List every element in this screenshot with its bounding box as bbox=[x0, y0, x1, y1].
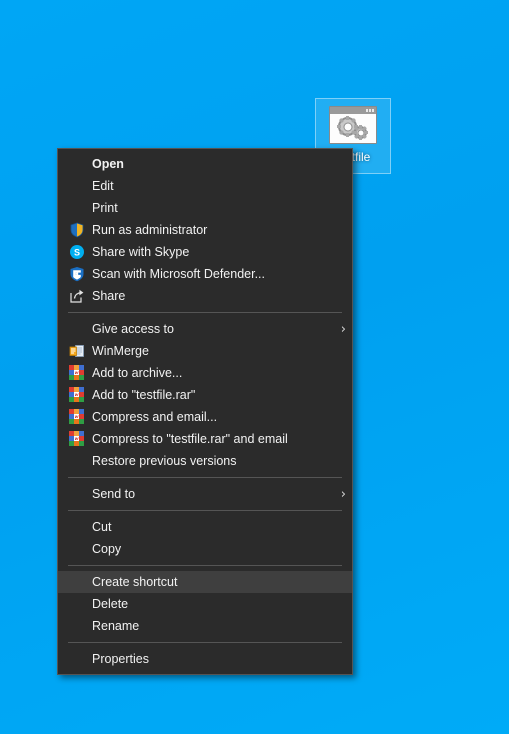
menu-item-delete[interactable]: Delete bbox=[58, 593, 352, 615]
menu-item-icon-slot bbox=[64, 540, 90, 558]
menu-item-label: Run as administrator bbox=[92, 223, 208, 237]
winrar-icon: W bbox=[69, 409, 85, 425]
menu-item-icon-slot bbox=[64, 518, 90, 536]
menu-item-icon-slot bbox=[64, 221, 90, 239]
menu-item-icon-slot bbox=[64, 485, 90, 503]
application-exe-icon bbox=[329, 106, 377, 146]
menu-separator bbox=[68, 565, 342, 566]
winmerge-icon bbox=[69, 343, 85, 359]
desktop-background[interactable]: testfile Open Edit Print Run as administrat… bbox=[0, 0, 509, 734]
menu-item-label: Add to "testfile.rar" bbox=[92, 388, 196, 402]
menu-item-icon-slot bbox=[64, 342, 90, 360]
menu-item-label: Properties bbox=[92, 652, 149, 666]
svg-text:S: S bbox=[74, 248, 80, 258]
menu-item-icon-slot: W bbox=[64, 408, 90, 426]
menu-item-icon-slot bbox=[64, 155, 90, 173]
menu-item-edit[interactable]: Edit bbox=[58, 175, 352, 197]
menu-item-print[interactable]: Print bbox=[58, 197, 352, 219]
menu-item-create-shortcut[interactable]: Create shortcut bbox=[58, 571, 352, 593]
chevron-right-icon: › bbox=[340, 321, 346, 337]
menu-separator bbox=[68, 312, 342, 313]
menu-separator bbox=[68, 510, 342, 511]
menu-item-label: Edit bbox=[92, 179, 114, 193]
menu-item-label: Scan with Microsoft Defender... bbox=[92, 267, 265, 281]
menu-item-icon-slot bbox=[64, 452, 90, 470]
menu-item-icon-slot: W bbox=[64, 364, 90, 382]
menu-item-properties[interactable]: Properties bbox=[58, 648, 352, 670]
menu-item-add-to-testfilerar[interactable]: W Add to "testfile.rar" bbox=[58, 384, 352, 406]
menu-item-label: Create shortcut bbox=[92, 575, 178, 589]
menu-item-label: Compress and email... bbox=[92, 410, 218, 424]
winrar-icon: W bbox=[69, 387, 85, 403]
menu-item-label: Restore previous versions bbox=[92, 454, 237, 468]
menu-item-open[interactable]: Open bbox=[58, 153, 352, 175]
menu-item-share-with-skype[interactable]: S Share with Skype bbox=[58, 241, 352, 263]
menu-item-icon-slot bbox=[64, 177, 90, 195]
menu-item-label: WinMerge bbox=[92, 344, 149, 358]
winrar-icon: W bbox=[69, 365, 85, 381]
menu-item-icon-slot bbox=[64, 617, 90, 635]
menu-item-icon-slot bbox=[64, 287, 90, 305]
menu-item-icon-slot bbox=[64, 265, 90, 283]
menu-item-restore-previous-versions[interactable]: Restore previous versions bbox=[58, 450, 352, 472]
menu-separator bbox=[68, 477, 342, 478]
menu-item-icon-slot: S bbox=[64, 243, 90, 261]
share-icon bbox=[69, 288, 85, 304]
menu-item-label: Compress to "testfile.rar" and email bbox=[92, 432, 288, 446]
menu-item-label: Open bbox=[92, 157, 124, 171]
menu-item-label: Share bbox=[92, 289, 126, 303]
menu-item-icon-slot bbox=[64, 650, 90, 668]
menu-item-icon-slot: W bbox=[64, 386, 90, 404]
menu-item-winmerge[interactable]: WinMerge bbox=[58, 340, 352, 362]
menu-item-label: Copy bbox=[92, 542, 122, 556]
menu-item-icon-slot bbox=[64, 573, 90, 591]
menu-item-copy[interactable]: Copy bbox=[58, 538, 352, 560]
menu-item-cut[interactable]: Cut bbox=[58, 516, 352, 538]
menu-item-send-to[interactable]: Send to › bbox=[58, 483, 352, 505]
menu-item-icon-slot bbox=[64, 595, 90, 613]
menu-item-label: Add to archive... bbox=[92, 366, 183, 380]
menu-separator bbox=[68, 642, 342, 643]
menu-item-compress-and-email[interactable]: W Compress and email... bbox=[58, 406, 352, 428]
menu-item-label: Give access to bbox=[92, 322, 174, 336]
context-menu[interactable]: Open Edit Print Run as administrator S Share … bbox=[57, 148, 353, 675]
menu-item-give-access-to[interactable]: Give access to › bbox=[58, 318, 352, 340]
defender-shield-icon bbox=[69, 266, 85, 282]
skype-icon: S bbox=[69, 244, 85, 260]
menu-item-run-as-administrator[interactable]: Run as administrator bbox=[58, 219, 352, 241]
winrar-icon: W bbox=[69, 431, 85, 447]
menu-item-label: Send to bbox=[92, 487, 136, 501]
chevron-right-icon: › bbox=[340, 486, 346, 502]
menu-item-label: Delete bbox=[92, 597, 129, 611]
menu-item-label: Print bbox=[92, 201, 118, 215]
uac-shield-icon bbox=[69, 222, 85, 238]
menu-item-label: Share with Skype bbox=[92, 245, 190, 259]
menu-item-icon-slot bbox=[64, 320, 90, 338]
gear-icon-small bbox=[354, 125, 367, 140]
menu-item-share[interactable]: Share bbox=[58, 285, 352, 307]
menu-item-label: Cut bbox=[92, 520, 112, 534]
menu-item-compress-to-testfilerar-and-email[interactable]: W Compress to "testfile.rar" and email bbox=[58, 428, 352, 450]
menu-item-rename[interactable]: Rename bbox=[58, 615, 352, 637]
menu-item-icon-slot: W bbox=[64, 430, 90, 448]
menu-item-add-to-archive[interactable]: W Add to archive... bbox=[58, 362, 352, 384]
menu-item-scan-with-microsoft-defender[interactable]: Scan with Microsoft Defender... bbox=[58, 263, 352, 285]
menu-item-label: Rename bbox=[92, 619, 140, 633]
menu-item-icon-slot bbox=[64, 199, 90, 217]
